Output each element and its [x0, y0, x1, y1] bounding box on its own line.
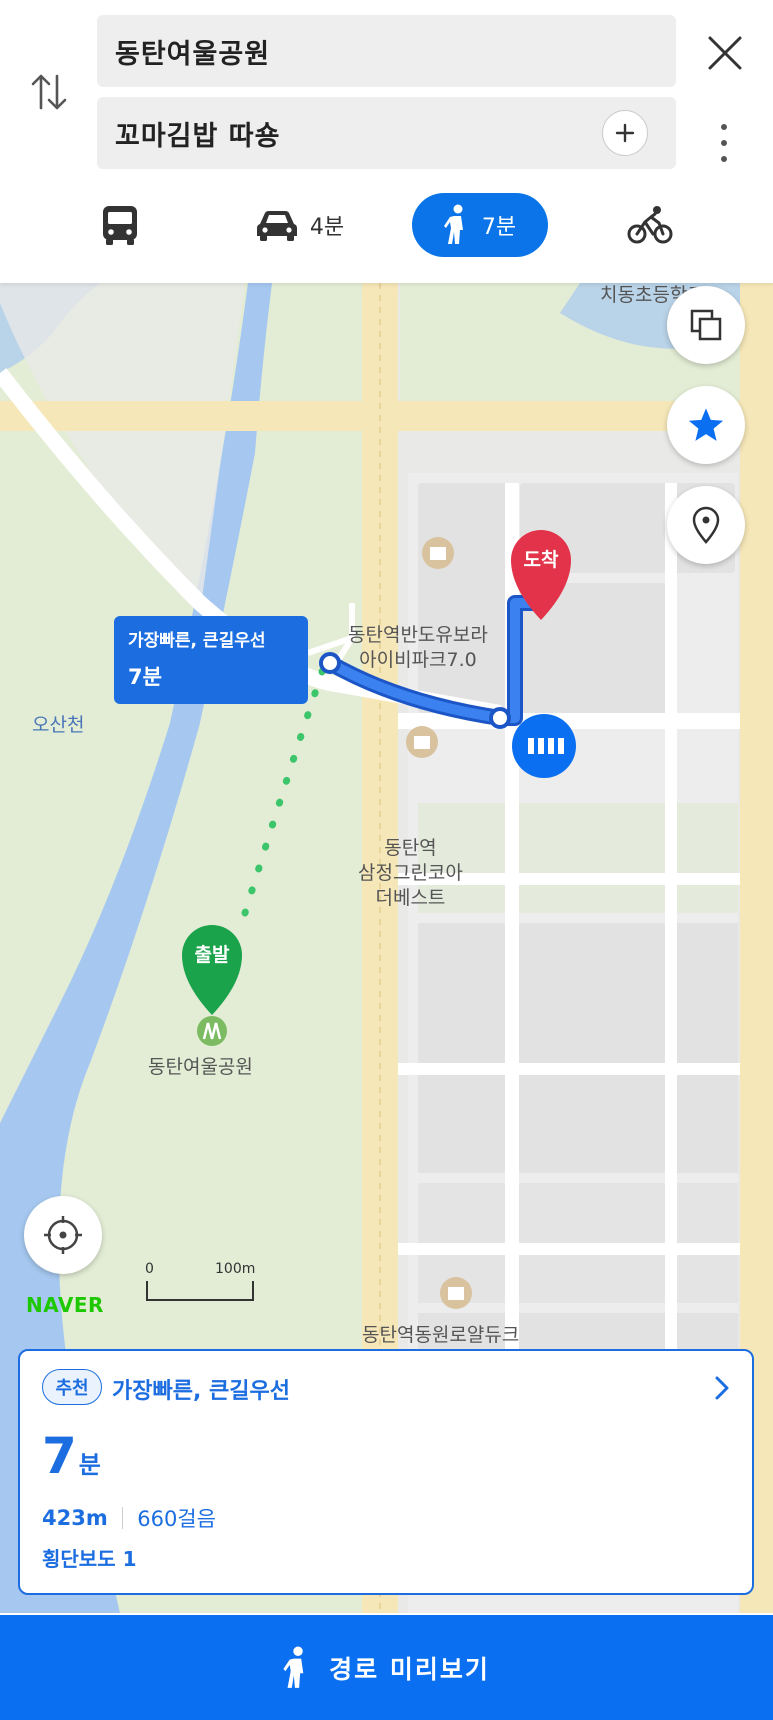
bicycle-icon [627, 206, 673, 244]
route-preview-label: 경로 미리보기 [329, 1654, 490, 1684]
close-icon [708, 36, 742, 70]
callout-time: 7분 [128, 665, 162, 689]
tab-bus[interactable] [90, 193, 162, 257]
map-label-line: 삼정그린코아 [358, 862, 463, 884]
destination-text: 꼬마김밥 따숑 [115, 120, 281, 152]
walk-icon [443, 204, 463, 244]
callout-title: 가장빠른, 큰길우선 [128, 631, 266, 651]
route-steps: 660걸음 [137, 1507, 216, 1531]
route-duration-unit: 분 [78, 1451, 101, 1479]
layers-icon [690, 309, 722, 341]
naver-logo: NAVER [26, 1293, 104, 1317]
route-duration-value: 7 [42, 1427, 77, 1485]
current-location-button[interactable] [24, 1196, 102, 1274]
route-duration: 7분 [42, 1427, 101, 1485]
map-label-apartment: 동탄역동원로얄듀크 [362, 1324, 520, 1346]
favorites-button[interactable] [667, 386, 745, 464]
start-pin-label: 출발 [194, 944, 230, 966]
map-pin-icon [692, 506, 720, 544]
map-label-line: 동탄역 [384, 837, 437, 859]
more-dot-icon [721, 140, 727, 146]
map-label-line: 아이비파크7.0 [359, 649, 477, 671]
map-label-park: 동탄여울공원 [148, 1056, 253, 1078]
swap-direction-button[interactable] [26, 66, 72, 118]
walk-icon [283, 1646, 304, 1688]
scale-end-label: 100m [215, 1261, 256, 1277]
more-options-button[interactable] [710, 118, 738, 168]
tab-car-time: 4분 [309, 215, 345, 240]
tab-walk-time: 7분 [481, 215, 517, 240]
origin-field[interactable]: 동탄여울공원 [97, 15, 676, 87]
chevron-right-icon[interactable] [710, 1373, 734, 1403]
transport-mode-tabs: 4분 7분 [0, 190, 773, 260]
map-label-river: 오산천 [32, 714, 85, 736]
scale-start-label: 0 [145, 1261, 154, 1277]
map-scale-bar [146, 1281, 254, 1301]
stats-divider [121, 1507, 124, 1529]
route-stats: 423m 660걸음 [42, 1503, 216, 1533]
recommended-badge: 추천 [42, 1369, 102, 1405]
add-waypoint-button[interactable] [602, 110, 648, 156]
map-label-line: 더베스트 [375, 887, 446, 909]
more-dot-icon [721, 156, 727, 162]
map-label-apartment: 동탄역반도유보라 아이비파크7.0 [348, 623, 488, 673]
end-pin-label: 도착 [523, 549, 559, 571]
tab-walk[interactable]: 7분 [412, 193, 548, 257]
route-summary-card[interactable]: 추천 가장빠른, 큰길우선 7분 423m 660걸음 횡단보도 1 [18, 1349, 754, 1595]
map-label-apartment: 동탄역 삼정그린코아 더베스트 [358, 836, 463, 911]
origin-text: 동탄여울공원 [115, 38, 271, 70]
route-distance: 423m [42, 1506, 108, 1530]
bus-icon [103, 206, 137, 245]
location-pin-button[interactable] [667, 486, 745, 564]
route-preview-button[interactable]: 경로 미리보기 [0, 1615, 773, 1720]
route-crosswalk-count: 횡단보도 1 [42, 1547, 137, 1571]
map-layers-button[interactable] [667, 286, 745, 364]
tab-car[interactable]: 4분 [240, 193, 360, 257]
swap-icon [31, 74, 67, 110]
map-label-line: 동탄역반도유보라 [348, 624, 488, 646]
crosshair-icon [44, 1216, 82, 1254]
close-button[interactable] [700, 28, 750, 78]
route-title: 가장빠른, 큰길우선 [112, 1379, 290, 1404]
destination-field[interactable]: 꼬마김밥 따숑 [97, 97, 676, 169]
route-callout[interactable]: 가장빠른, 큰길우선 7분 [114, 616, 308, 704]
star-icon [688, 408, 724, 441]
search-header: 동탄여울공원 꼬마김밥 따숑 4분 7분 [0, 0, 773, 283]
tab-bike[interactable] [615, 193, 685, 257]
more-dot-icon [721, 124, 727, 130]
plus-icon [615, 123, 635, 143]
car-icon [256, 211, 297, 241]
